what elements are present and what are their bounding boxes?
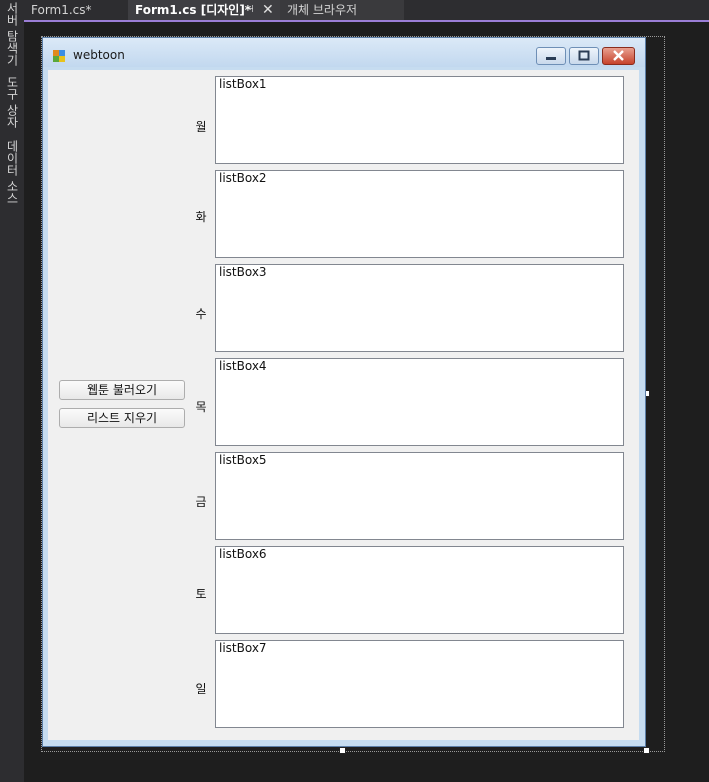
listbox-name: listBox4: [219, 359, 267, 373]
listbox-name: listBox7: [219, 641, 267, 655]
listbox-name: listBox2: [219, 171, 267, 185]
day-label-fri: 금: [195, 495, 207, 509]
side-tool-strip: 서버 탐색기 도구 상자 데이터 소스: [0, 0, 24, 782]
form-titlebar: webtoon: [43, 38, 645, 67]
resize-handle-corner[interactable]: [643, 747, 650, 754]
tab-form1-designer[interactable]: Form1.cs [디자인]* ⊣ ✕: [128, 0, 280, 20]
close-icon[interactable]: ✕: [262, 0, 274, 20]
tab-label: Form1.cs [디자인]*: [135, 3, 252, 17]
listbox-name: listBox1: [219, 77, 267, 91]
data-sources-tab[interactable]: 데이터 소스: [2, 140, 22, 204]
day-label-thu: 목: [195, 400, 207, 414]
listbox-name: listBox6: [219, 547, 267, 561]
listbox-tue[interactable]: listBox2: [215, 170, 624, 258]
tab-label: 개체 브라우저: [287, 3, 358, 17]
designer-surface: webtoon 웹툰 불러오기 리스트 지우기 월 화 수 목 금 토 일 li…: [24, 22, 709, 782]
load-webtoon-button[interactable]: 웹툰 불러오기: [59, 380, 185, 400]
listbox-thu[interactable]: listBox4: [215, 358, 624, 446]
clear-list-button[interactable]: 리스트 지우기: [59, 408, 185, 428]
day-label-wed: 수: [195, 307, 207, 321]
listbox-wed[interactable]: listBox3: [215, 264, 624, 352]
toolbox-tab[interactable]: 도구 상자: [2, 76, 22, 128]
maximize-icon: [578, 50, 590, 61]
listbox-name: listBox3: [219, 265, 267, 279]
maximize-button[interactable]: [569, 47, 599, 65]
resize-handle-bottom[interactable]: [339, 747, 346, 754]
form-window: webtoon 웹툰 불러오기 리스트 지우기 월 화 수 목 금 토 일 li…: [42, 37, 646, 747]
server-explorer-tab[interactable]: 서버 탐색기: [2, 2, 22, 66]
day-label-mon: 월: [195, 120, 207, 134]
tab-label: Form1.cs*: [31, 3, 92, 17]
listbox-name: listBox5: [219, 453, 267, 467]
pin-icon[interactable]: ⊣: [245, 0, 254, 20]
listbox-fri[interactable]: listBox5: [215, 452, 624, 540]
listbox-sun[interactable]: listBox7: [215, 640, 624, 728]
minimize-button[interactable]: [536, 47, 566, 65]
listbox-sat[interactable]: listBox6: [215, 546, 624, 634]
form-title: webtoon: [73, 48, 125, 62]
day-label-sat: 토: [195, 587, 207, 601]
document-tab-bar: Form1.cs* Form1.cs [디자인]* ⊣ ✕ 개체 브라우저: [24, 0, 709, 22]
form-client-area: 웹툰 불러오기 리스트 지우기 월 화 수 목 금 토 일 listBox1 l…: [48, 70, 639, 740]
tab-form1-code[interactable]: Form1.cs*: [24, 0, 128, 20]
day-label-tue: 화: [195, 210, 207, 224]
close-icon: [613, 50, 624, 61]
app-icon: [53, 50, 65, 62]
day-label-sun: 일: [195, 682, 207, 696]
tab-object-browser[interactable]: 개체 브라우저: [280, 0, 404, 20]
close-window-button[interactable]: [602, 47, 635, 65]
listbox-mon[interactable]: listBox1: [215, 76, 624, 164]
minimize-icon: [546, 57, 556, 60]
